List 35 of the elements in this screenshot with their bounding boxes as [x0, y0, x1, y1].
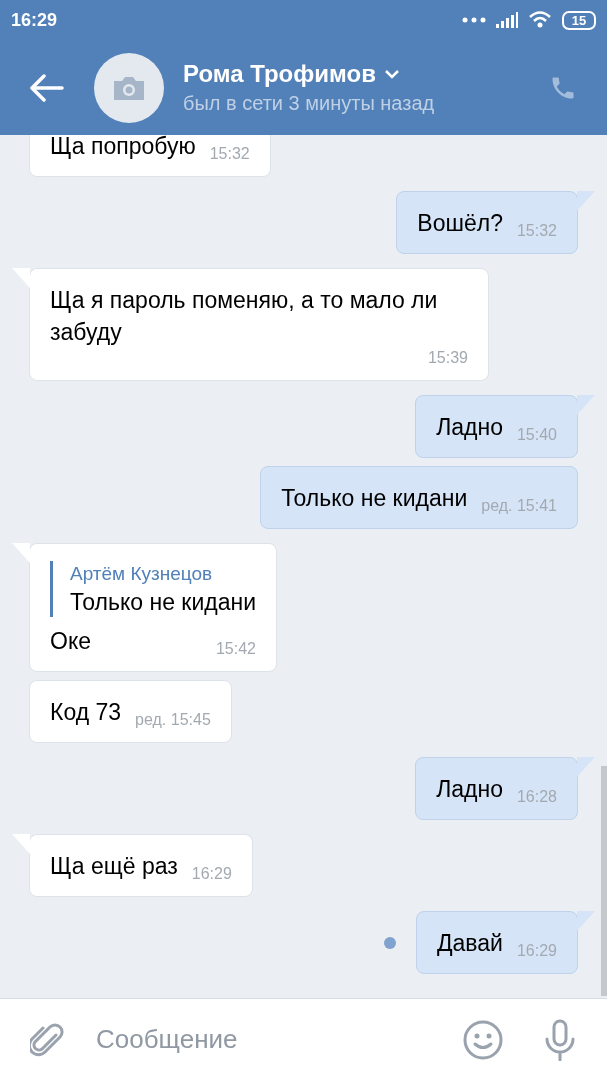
message-text: Ща ещё раз: [50, 852, 178, 881]
signal-icon: [496, 12, 518, 28]
microphone-icon[interactable]: [543, 1018, 577, 1061]
message-time: 15:40: [516, 425, 557, 445]
camera-icon: [112, 74, 146, 101]
message-time: 15:42: [215, 639, 256, 659]
message-time: 15:32: [516, 221, 557, 241]
more-dots-icon: [462, 17, 486, 23]
message-text: Код 73: [50, 698, 122, 727]
wifi-icon: [528, 11, 552, 29]
back-icon[interactable]: [30, 73, 64, 102]
battery-indicator: 15: [562, 10, 596, 30]
message-time: 15:39: [427, 348, 468, 368]
message-text: Только не кидани: [281, 484, 468, 513]
quote-text: Только не кидани: [70, 588, 256, 617]
message-time: 16:28: [516, 787, 557, 807]
last-seen-status: был в сети 3 минуты назад: [183, 90, 436, 116]
message-text: Ща попробую: [50, 135, 196, 161]
message-time: ред. 15:41: [481, 496, 557, 516]
emoji-icon[interactable]: [463, 1019, 503, 1060]
message-text: Вошёл?: [417, 209, 503, 238]
message-time: 16:29: [191, 864, 232, 884]
message-time: ред. 15:45: [135, 710, 211, 730]
chevron-down-icon[interactable]: [383, 68, 400, 79]
message-time: 16:29: [516, 941, 557, 961]
message-input[interactable]: Сообщение: [96, 1020, 463, 1059]
contact-name[interactable]: Рома Трофимов: [183, 58, 376, 89]
message-text: Ща я пароль поменяю, а то мало ли забуду: [50, 286, 439, 347]
quote-author: Артём Кузнецов: [70, 562, 214, 586]
message-text: Ладно: [436, 775, 503, 804]
message-text: Оке: [50, 627, 91, 656]
message-time: 15:32: [209, 144, 250, 164]
status-time: 16:29: [11, 8, 58, 32]
message-text: Давай: [437, 929, 503, 958]
message-text: Ладно: [436, 413, 503, 442]
